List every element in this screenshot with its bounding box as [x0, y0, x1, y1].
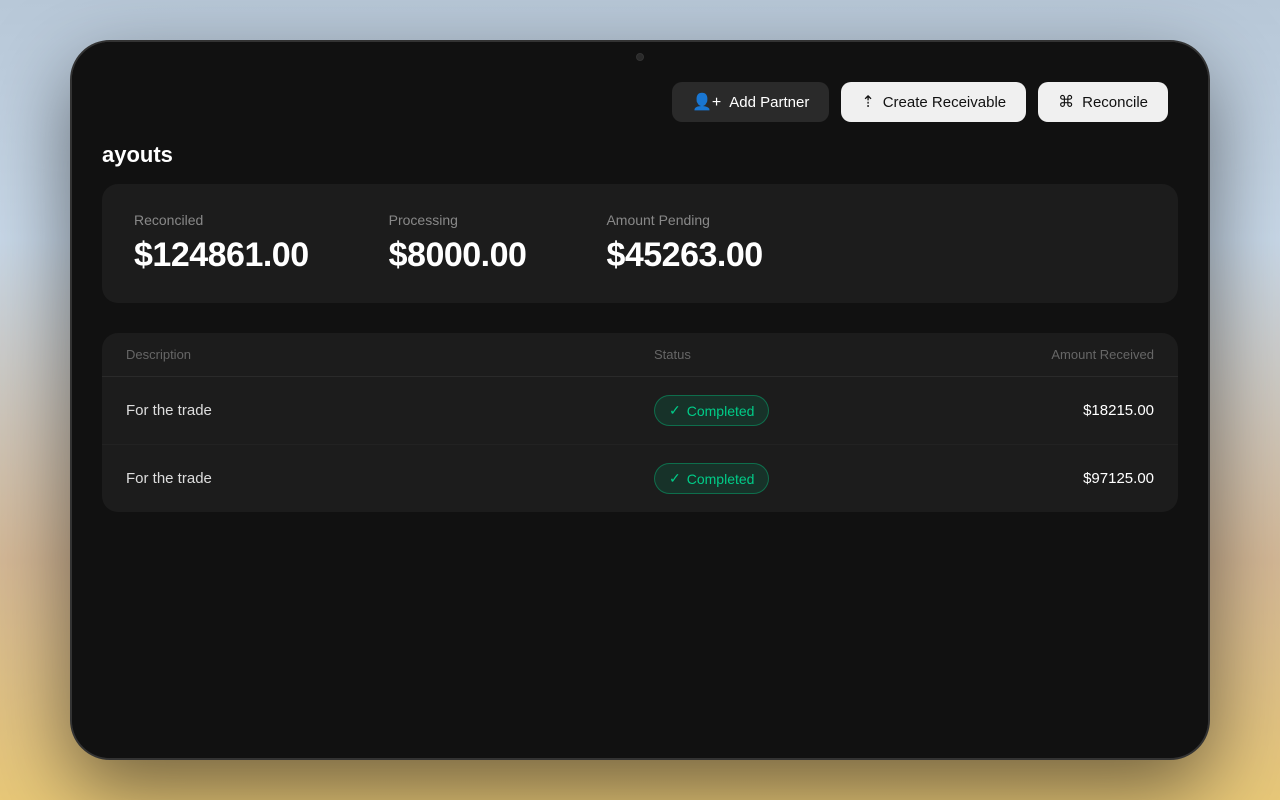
- row-2-status-text: Completed: [687, 471, 755, 487]
- row-2-description: For the trade: [126, 470, 654, 487]
- row-1-amount: $18215.00: [954, 402, 1154, 419]
- amount-pending-label: Amount Pending: [606, 212, 762, 228]
- reconcile-icon: ⌘: [1058, 92, 1074, 112]
- create-receivable-label: Create Receivable: [883, 94, 1006, 111]
- table-row: For the trade ✓ Completed $97125.00: [102, 445, 1178, 512]
- row-1-description: For the trade: [126, 402, 654, 419]
- transactions-table: Description Status Amount Received For t…: [102, 333, 1178, 512]
- reconcile-label: Reconcile: [1082, 94, 1148, 111]
- stat-processing: Processing $8000.00: [389, 212, 527, 275]
- col-amount-received: Amount Received: [954, 347, 1154, 362]
- row-2-amount: $97125.00: [954, 470, 1154, 487]
- col-description: Description: [126, 347, 654, 362]
- reconciled-label: Reconciled: [134, 212, 309, 228]
- stats-card: Reconciled $124861.00 Processing $8000.0…: [102, 184, 1178, 303]
- table-header: Description Status Amount Received: [102, 333, 1178, 377]
- add-partner-icon: 👤+: [692, 92, 721, 112]
- stat-amount-pending: Amount Pending $45263.00: [606, 212, 762, 275]
- amount-pending-value: $45263.00: [606, 236, 762, 275]
- processing-value: $8000.00: [389, 236, 527, 275]
- col-status: Status: [654, 347, 954, 362]
- top-bar: [72, 42, 1208, 72]
- reconcile-button[interactable]: ⌘ Reconcile: [1038, 82, 1168, 122]
- row-2-status-cell: ✓ Completed: [654, 463, 954, 494]
- check-circle-icon: ✓: [669, 402, 681, 419]
- device-inner: 👤+ Add Partner ⇡ Create Receivable ⌘ Rec…: [72, 42, 1208, 758]
- processing-label: Processing: [389, 212, 527, 228]
- camera-dot: [636, 53, 644, 61]
- stat-reconciled: Reconciled $124861.00: [134, 212, 309, 275]
- row-1-status-cell: ✓ Completed: [654, 395, 954, 426]
- check-circle-icon-2: ✓: [669, 470, 681, 487]
- row-1-status-badge: ✓ Completed: [654, 395, 769, 426]
- row-2-status-badge: ✓ Completed: [654, 463, 769, 494]
- add-partner-button[interactable]: 👤+ Add Partner: [672, 82, 829, 122]
- create-receivable-button[interactable]: ⇡ Create Receivable: [841, 82, 1026, 122]
- create-receivable-icon: ⇡: [861, 92, 874, 112]
- reconciled-value: $124861.00: [134, 236, 309, 275]
- row-1-status-text: Completed: [687, 403, 755, 419]
- device-frame: 👤+ Add Partner ⇡ Create Receivable ⌘ Rec…: [70, 40, 1210, 760]
- content-area: ayouts Reconciled $124861.00 Processing …: [72, 132, 1208, 512]
- header-area: 👤+ Add Partner ⇡ Create Receivable ⌘ Rec…: [72, 72, 1208, 132]
- section-title: ayouts: [102, 132, 1178, 184]
- table-row: For the trade ✓ Completed $18215.00: [102, 377, 1178, 445]
- add-partner-label: Add Partner: [729, 94, 809, 111]
